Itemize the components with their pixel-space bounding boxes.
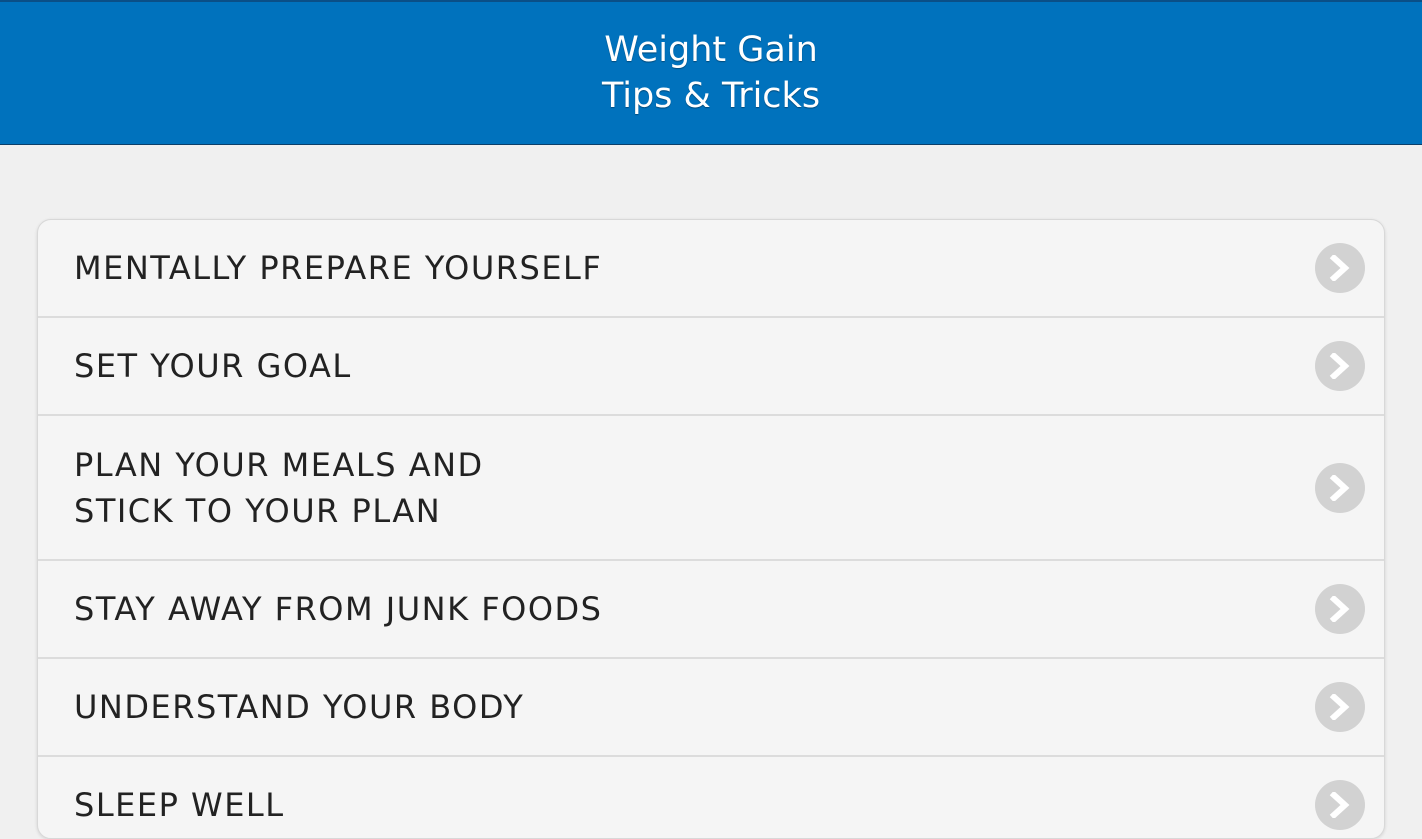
list-item-understand-body[interactable]: UNDERSTAND YOUR BODY (38, 659, 1384, 757)
chevron-right-icon (1315, 584, 1365, 634)
chevron-right-icon (1315, 462, 1365, 513)
list-item-label: SET YOUR GOAL (74, 347, 352, 385)
list-item-label: PLAN YOUR MEALS AND STICK TO YOUR PLAN (74, 445, 484, 530)
list-item-set-goal[interactable]: SET YOUR GOAL (38, 318, 1384, 416)
header-title-line-1: Weight Gain (604, 30, 818, 70)
list-item-label: UNDERSTAND YOUR BODY (74, 688, 525, 726)
header-title-line-2: Tips & Tricks (601, 76, 821, 116)
list-item-label: STAY AWAY FROM JUNK FOODS (74, 590, 603, 628)
chevron-right-icon (1315, 682, 1365, 732)
list-item-plan-meals[interactable]: PLAN YOUR MEALS AND STICK TO YOUR PLAN (38, 416, 1384, 561)
list-item-junk-foods[interactable]: STAY AWAY FROM JUNK FOODS (38, 561, 1384, 659)
chevron-right-icon (1315, 243, 1365, 293)
tips-list: MENTALLY PREPARE YOURSELF SET YOUR GOAL … (37, 219, 1385, 839)
list-item-sleep-well[interactable]: SLEEP WELL (38, 757, 1384, 838)
chevron-right-icon (1315, 780, 1365, 830)
list-item-label: MENTALLY PREPARE YOURSELF (74, 249, 603, 287)
app-header: Weight Gain Tips & Tricks (0, 0, 1422, 145)
list-item-mentally-prepare[interactable]: MENTALLY PREPARE YOURSELF (38, 220, 1384, 318)
list-item-label: SLEEP WELL (74, 786, 285, 824)
chevron-right-icon (1315, 341, 1365, 391)
